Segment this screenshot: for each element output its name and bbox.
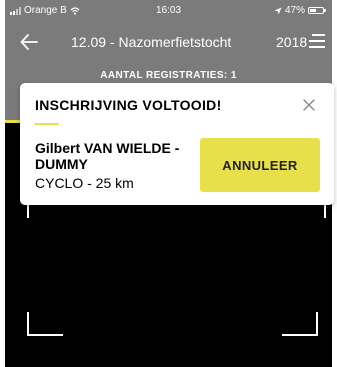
arrow-left-icon[interactable]	[19, 32, 39, 52]
dialog-accent-line	[35, 123, 59, 125]
close-icon[interactable]	[302, 98, 316, 112]
registration-count: AANTAL REGISTRATIES: 1	[100, 70, 237, 81]
registration-complete-dialog: INSCHRIJVING VOLTOOID! Gilbert VAN WIELD…	[20, 83, 334, 205]
location-arrow-icon	[274, 7, 282, 14]
battery-percent: 47%	[284, 5, 305, 16]
nav-bar: 12.09 - Nazomerfietstocht 2018	[5, 28, 332, 58]
cancel-button[interactable]: ANNULEER	[200, 138, 320, 192]
dialog-title: INSCHRIJVING VOLTOOID!	[35, 97, 222, 113]
scanner-corner-bottom-left	[27, 312, 63, 336]
hamburger-menu-icon[interactable]	[309, 34, 325, 48]
status-bar: Orange B 16:03 47%	[5, 0, 332, 22]
page-title: 12.09 - Nazomerfietstocht	[71, 34, 232, 50]
ride-info: CYCLO - 25 km	[35, 175, 134, 191]
participant-name: Gilbert VAN WIELDE - DUMMY	[35, 140, 180, 172]
battery-icon	[308, 7, 326, 14]
scanner-corner-bottom-right	[282, 312, 318, 336]
year-selector[interactable]: 2018	[276, 34, 307, 50]
status-right: 47%	[274, 5, 326, 16]
